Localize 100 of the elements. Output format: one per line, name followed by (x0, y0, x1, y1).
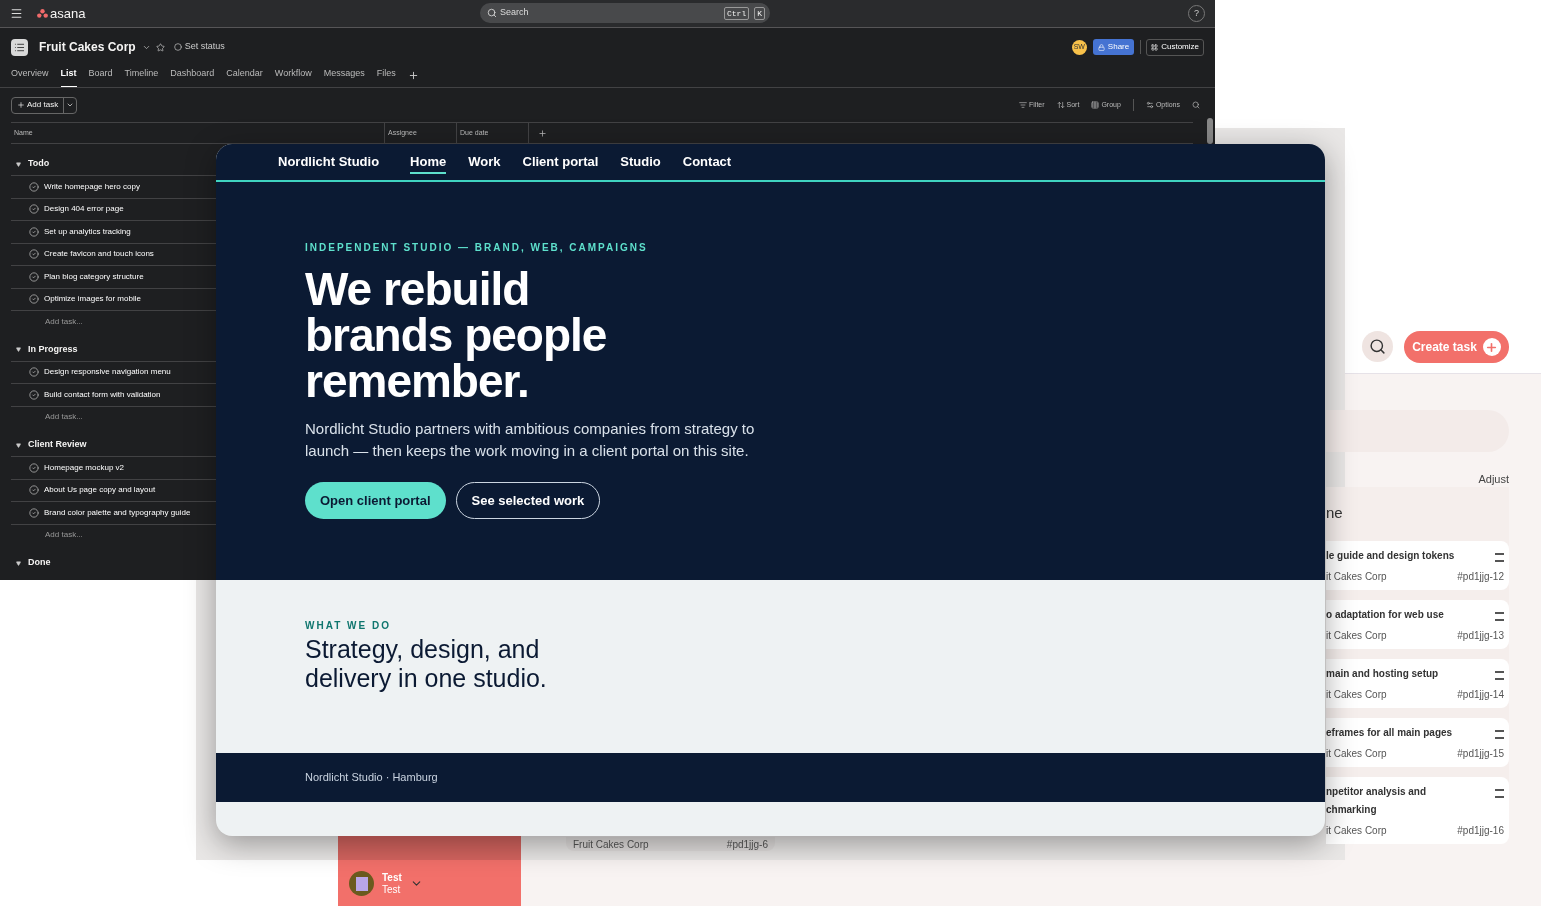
card-project: it Cakes Corp (1326, 629, 1387, 643)
card-project: it Cakes Corp (1326, 824, 1387, 838)
task-card[interactable]: npetitor analysis and chmarking it Cakes Corp #pd1jjg-16 (1326, 777, 1509, 844)
hero-headline: We rebuild brands people remember. (305, 266, 608, 404)
check-circle-icon[interactable] (29, 485, 39, 496)
card-id: #pd1jjg-14 (1457, 688, 1504, 702)
tab[interactable]: Overview (11, 66, 49, 87)
nav-link[interactable]: Work (468, 151, 501, 175)
tab[interactable]: Messages (323, 66, 365, 87)
task-name: Brand color palette and typography guide (44, 506, 191, 519)
caret-icon[interactable] (16, 442, 21, 448)
toolbar-icon (1019, 101, 1027, 109)
check-circle-icon[interactable] (29, 204, 39, 215)
drag-handle-icon[interactable] (1495, 789, 1504, 798)
customize-button[interactable]: Customize (1146, 38, 1204, 56)
add-task-link[interactable]: Add task... (45, 411, 83, 424)
toolbar-icon (1056, 101, 1065, 109)
set-status-button[interactable]: Set status (173, 40, 225, 54)
task-row[interactable]: Write homepage hero copy (11, 175, 216, 198)
user-name: Test (382, 871, 402, 884)
task-name: Create favicon and touch icons (44, 248, 154, 261)
menu-icon[interactable] (10, 7, 23, 20)
search-field[interactable]: Search Ctrl K (480, 3, 770, 23)
scrollbar-thumb[interactable] (1207, 118, 1213, 144)
check-circle-icon[interactable] (29, 226, 39, 237)
task-name: Homepage mockup v2 (44, 461, 125, 474)
tab[interactable]: Workflow (274, 66, 312, 87)
task-row[interactable]: Plan blog category structure (11, 265, 216, 288)
plus-icon[interactable] (538, 128, 547, 138)
cta-button[interactable]: Open client portal (305, 482, 446, 519)
drag-handle-icon[interactable] (1495, 612, 1504, 621)
task-name: Set up analytics tracking (44, 225, 131, 238)
tab[interactable]: Dashboard (170, 66, 215, 87)
drag-handle-icon[interactable] (1495, 553, 1504, 562)
nav-link[interactable]: Contact (682, 151, 732, 175)
task-card[interactable]: eframes for all main pages it Cakes Corp #pd1jjg-15 (1326, 718, 1509, 767)
task-card[interactable]: Fruit Cakes Corp #pd1jjg-6 (566, 837, 775, 851)
tab[interactable]: List (60, 66, 77, 87)
check-circle-icon[interactable] (29, 462, 39, 473)
add-task-link[interactable]: Add task... (45, 315, 83, 328)
tab[interactable]: Board (88, 66, 113, 87)
tab[interactable]: Calendar (226, 66, 263, 87)
plus-icon[interactable] (407, 70, 419, 81)
search-icon[interactable] (1192, 101, 1200, 109)
drag-handle-icon[interactable] (1495, 671, 1504, 680)
card-id: #pd1jjg-6 (726, 837, 768, 852)
plus-icon (17, 101, 25, 109)
caret-icon[interactable] (16, 347, 21, 352)
add-task-button[interactable]: Add task (11, 96, 78, 114)
task-row[interactable]: Brand color palette and typography guide (11, 501, 216, 524)
task-row[interactable]: Set up analytics tracking (11, 220, 216, 243)
keyboard-key: K (754, 6, 765, 20)
task-row[interactable]: Homepage mockup v2 (11, 456, 216, 479)
section-title: Done (28, 556, 51, 570)
hero-eyebrow: INDEPENDENT STUDIO — BRAND, WEB, CAMPAIGNS (305, 241, 649, 255)
search-placeholder: Search (500, 6, 530, 20)
card-title: main and hosting setup (1326, 667, 1440, 681)
task-card[interactable]: main and hosting setup it Cakes Corp #pd1jjg-14 (1326, 659, 1509, 708)
tab[interactable]: Files (376, 66, 396, 87)
check-circle-icon[interactable] (29, 181, 39, 192)
search-field[interactable] (1326, 410, 1509, 452)
column-title: ne (1326, 503, 1344, 523)
section-eyebrow: WHAT WE DO (305, 619, 392, 633)
nav-link[interactable]: Client portal (522, 151, 599, 175)
task-row[interactable]: Create favicon and touch icons (11, 242, 216, 265)
task-name: Optimize images for mobile (44, 293, 141, 306)
check-circle-icon[interactable] (29, 507, 39, 518)
user-subtitle: Test (382, 883, 402, 896)
card-project: it Cakes Corp (1326, 688, 1387, 702)
plus-icon (1482, 338, 1501, 356)
nav-link[interactable]: Home (410, 151, 447, 175)
add-task-link[interactable]: Add task... (45, 529, 83, 542)
task-row[interactable]: Design 404 error page (11, 197, 216, 220)
section-title: In Progress (28, 342, 78, 356)
drag-handle-icon[interactable] (1495, 730, 1504, 739)
caret-icon[interactable] (16, 560, 21, 566)
chevron-down-icon[interactable] (66, 101, 75, 109)
task-row[interactable]: Build contact form with validation (11, 383, 216, 406)
check-circle-icon[interactable] (29, 389, 39, 400)
task-row[interactable]: Design responsive navigation menu (11, 360, 216, 383)
star-icon[interactable] (155, 42, 165, 52)
task-row[interactable]: Optimize images for mobile (11, 287, 216, 310)
task-row[interactable]: About Us page copy and layout (11, 478, 216, 501)
tab[interactable]: Timeline (124, 66, 159, 87)
check-circle-icon[interactable] (29, 294, 39, 305)
site-brand[interactable]: Nordlicht Studio (278, 152, 380, 172)
search-button[interactable] (1362, 331, 1393, 362)
card-id: #pd1jjg-16 (1457, 824, 1504, 838)
adjust-link[interactable]: Adjust (1478, 471, 1509, 488)
share-button[interactable]: Share (1092, 39, 1135, 55)
check-circle-icon[interactable] (29, 271, 39, 282)
check-circle-icon[interactable] (29, 249, 39, 260)
task-name: Build contact form with validation (44, 388, 161, 401)
task-card[interactable]: le guide and design tokens it Cakes Corp #pd1jjg-12 (1326, 541, 1509, 590)
hero-lead: Nordlicht Studio partners with ambitious companies from strategy to launch — then keeps the work moving in a client portal on this site. (305, 419, 756, 461)
card-title: npetitor analysis and chmarking (1326, 785, 1428, 817)
caret-icon[interactable] (16, 161, 21, 167)
nav-link[interactable]: Studio (620, 151, 661, 175)
check-circle-icon[interactable] (29, 367, 39, 378)
task-card[interactable]: o adaptation for web use it Cakes Corp #pd1jjg-13 (1326, 600, 1509, 649)
